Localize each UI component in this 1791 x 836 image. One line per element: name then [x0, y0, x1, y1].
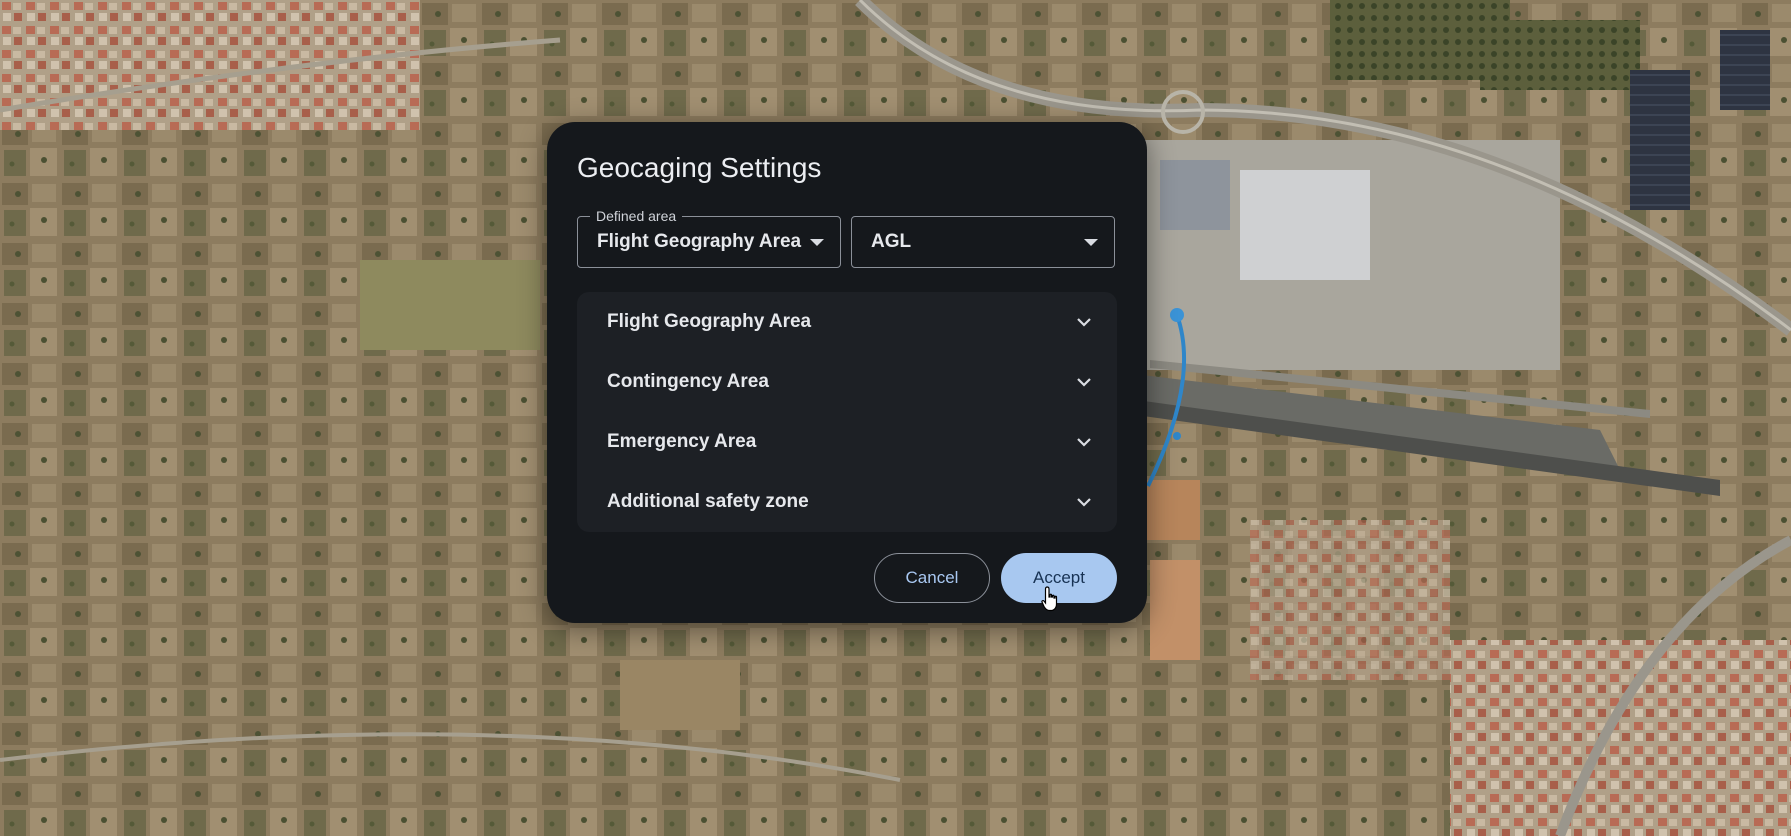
cancel-button[interactable]: Cancel — [874, 553, 990, 603]
accordion-item-flight-geography-area[interactable]: Flight Geography Area — [577, 292, 1117, 352]
accordion-item-emergency-area[interactable]: Emergency Area — [577, 412, 1117, 472]
accordion-item-additional-safety-zone[interactable]: Additional safety zone — [577, 472, 1117, 532]
caret-down-icon — [1084, 217, 1098, 269]
accordion-item-contingency-area[interactable]: Contingency Area — [577, 352, 1117, 412]
defined-area-value: Flight Geography Area — [597, 231, 802, 252]
defined-area-select[interactable]: Defined area Flight Geography Area — [577, 207, 841, 269]
accordion-item-label: Additional safety zone — [607, 491, 809, 512]
defined-area-label: Defined area — [590, 207, 683, 225]
chevron-down-icon — [1077, 317, 1091, 327]
accordion-item-label: Flight Geography Area — [607, 311, 812, 332]
accordion-item-label: Emergency Area — [607, 431, 757, 452]
chevron-down-icon — [1077, 497, 1091, 507]
chevron-down-icon — [1077, 377, 1091, 387]
altitude-reference-select[interactable]: AGL — [851, 216, 1115, 268]
dialog-actions: Cancel Accept — [874, 553, 1117, 603]
chevron-down-icon — [1077, 437, 1091, 447]
waypoint-icon — [1170, 308, 1184, 322]
altitude-reference-value: AGL — [871, 231, 912, 252]
select-row: Defined area Flight Geography Area AGL — [577, 207, 1117, 269]
accordion-item-label: Contingency Area — [607, 371, 769, 392]
dialog-title: Geocaging Settings — [577, 152, 822, 183]
area-accordion: Flight Geography Area Contingency Area E… — [577, 292, 1117, 532]
hand-cursor-icon — [1041, 586, 1061, 617]
caret-down-icon — [810, 217, 824, 269]
geocaging-settings-dialog: Geocaging Settings Defined area Flight G… — [547, 122, 1147, 623]
